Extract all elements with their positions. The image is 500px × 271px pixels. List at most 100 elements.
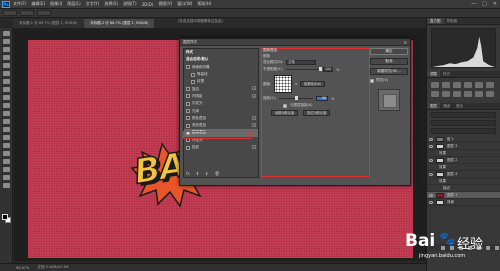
invert-icon[interactable] [475, 91, 483, 97]
visibility-eye-icon[interactable] [429, 158, 433, 162]
hand-tool-icon[interactable] [2, 175, 10, 180]
visibility-eye-icon[interactable] [429, 200, 433, 204]
style-list-item[interactable]: 渐变叠加 + [184, 122, 258, 129]
style-list-item[interactable]: 投影 + [184, 144, 258, 151]
photo-filter-icon[interactable] [453, 91, 461, 97]
hue-saturation-icon[interactable] [486, 82, 494, 88]
brush-tool-icon[interactable] [2, 87, 10, 92]
menu-select[interactable]: 选择(S) [104, 1, 118, 7]
style-list-item[interactable]: 斜面和浮雕 [184, 64, 258, 71]
add-instance-icon[interactable]: + [252, 86, 256, 91]
brightness-icon[interactable] [431, 82, 439, 88]
zoom-level[interactable]: 66.67% [16, 266, 29, 270]
style-list-item[interactable]: 内阴影 + [184, 93, 258, 100]
visibility-eye-icon[interactable] [429, 193, 433, 197]
style-list-item[interactable]: 纹理 [184, 78, 258, 85]
close-button[interactable]: ✕ [493, 1, 497, 7]
style-checkbox[interactable] [186, 145, 190, 150]
layer-row[interactable]: 图层 3 [427, 143, 500, 150]
add-instance-icon[interactable]: + [252, 93, 256, 98]
blend-mode-select[interactable]: 正常 [286, 60, 317, 65]
path-select-tool-icon[interactable] [2, 159, 10, 164]
style-checkbox[interactable] [186, 123, 190, 128]
layer-row[interactable]: 图层 2 [427, 157, 500, 164]
black-white-icon[interactable] [442, 91, 450, 97]
chevron-down-icon[interactable]: ▾ [295, 82, 297, 86]
style-checkbox[interactable] [186, 65, 190, 70]
tab-styles[interactable]: 样式 [440, 71, 453, 77]
style-checkbox[interactable] [186, 116, 190, 121]
menu-window[interactable]: 窗口(W) [177, 1, 192, 7]
trash-icon[interactable]: 🗑 [215, 171, 220, 183]
tab-document-2[interactable]: 未标题-2 @ 66.7% (图层 1, RGB/8) [84, 19, 155, 28]
opacity-slider[interactable] [286, 67, 322, 71]
style-list-item[interactable]: 样式 [184, 49, 258, 56]
style-list-item[interactable]: 内发光 [184, 100, 258, 107]
style-checkbox[interactable] [191, 79, 195, 84]
style-checkbox[interactable] [186, 87, 190, 92]
add-instance-icon[interactable]: + [252, 144, 256, 149]
menu-3d[interactable]: 3D(D) [142, 2, 154, 7]
marquee-tool-icon[interactable] [2, 39, 10, 44]
option-control[interactable] [20, 10, 34, 16]
visibility-eye-icon[interactable] [429, 144, 433, 148]
levels-icon[interactable] [442, 82, 450, 88]
crop-tool-icon[interactable] [2, 63, 10, 68]
menu-image[interactable]: 图像(I) [50, 1, 62, 7]
layer-row[interactable]: 背景 [427, 199, 500, 206]
opacity-input[interactable]: 100 [323, 67, 334, 72]
move-tool-icon[interactable] [2, 31, 10, 36]
blur-tool-icon[interactable] [2, 127, 10, 132]
add-instance-icon[interactable]: + [252, 115, 256, 120]
style-checkbox[interactable] [191, 72, 195, 77]
gradient-tool-icon[interactable] [2, 119, 10, 124]
menu-layer[interactable]: 图层(L) [67, 1, 80, 7]
scale-slider[interactable] [279, 96, 314, 100]
gradient-map-icon[interactable] [486, 91, 494, 97]
ok-button[interactable]: 确定 [370, 48, 408, 55]
foreground-color-swatch[interactable] [2, 214, 8, 220]
tool-preset-picker[interactable] [3, 10, 17, 16]
preview-checkbox[interactable] [370, 78, 374, 83]
tab-navigator[interactable]: 导航器 [444, 18, 461, 24]
visibility-eye-icon[interactable] [429, 172, 433, 176]
snap-to-origin-button[interactable]: 贴紧原点(A) [299, 81, 326, 87]
option-control[interactable] [37, 10, 51, 16]
menu-view[interactable]: 视图(V) [158, 1, 172, 7]
color-balance-icon[interactable] [431, 91, 439, 97]
cancel-button[interactable]: 取消 [370, 58, 408, 65]
zoom-tool-icon[interactable] [2, 183, 10, 188]
eraser-tool-icon[interactable] [2, 111, 10, 116]
visibility-eye-icon[interactable] [429, 137, 433, 141]
scale-input[interactable]: 50 [316, 96, 329, 101]
layer-row[interactable]: 图层 4 [427, 171, 500, 178]
slider-knob[interactable] [318, 67, 322, 71]
move-up-icon[interactable]: ⬆ [196, 171, 199, 183]
reset-default-button[interactable]: 复位为默认值 [303, 109, 331, 116]
tab-paths[interactable]: 路径 [453, 103, 466, 109]
menu-file[interactable]: 文件(F) [13, 1, 26, 7]
close-icon[interactable]: ✕ [404, 39, 407, 46]
link-with-layer-checkbox[interactable] [283, 103, 287, 108]
curves-icon[interactable] [453, 82, 461, 88]
layer-row-selected[interactable]: 图层 1 [427, 192, 500, 199]
new-style-button[interactable]: 新建样式(W)... [370, 68, 408, 75]
quick-select-tool-icon[interactable] [2, 55, 10, 60]
style-list-item[interactable]: 光泽 [184, 107, 258, 114]
type-tool-icon[interactable] [2, 151, 10, 156]
shape-tool-icon[interactable] [2, 167, 10, 172]
eyedropper-tool-icon[interactable] [2, 71, 10, 76]
maximize-button[interactable]: □ [482, 1, 487, 7]
menu-type[interactable]: 文字(Y) [86, 1, 100, 7]
tab-adjustments[interactable]: 调整 [427, 71, 440, 77]
layer-effect-row[interactable]: 描边 [427, 185, 500, 192]
channel-mixer-icon[interactable] [464, 91, 472, 97]
stamp-tool-icon[interactable] [2, 95, 10, 100]
tab-histogram[interactable]: 直方图 [427, 18, 444, 24]
menu-help[interactable]: 帮助(H) [197, 1, 211, 7]
blend-mode-select[interactable] [431, 120, 496, 126]
minimize-button[interactable]: — [471, 1, 476, 7]
move-down-icon[interactable]: ⬇ [205, 171, 208, 183]
dodge-tool-icon[interactable] [2, 135, 10, 140]
pattern-picker[interactable] [274, 75, 293, 93]
